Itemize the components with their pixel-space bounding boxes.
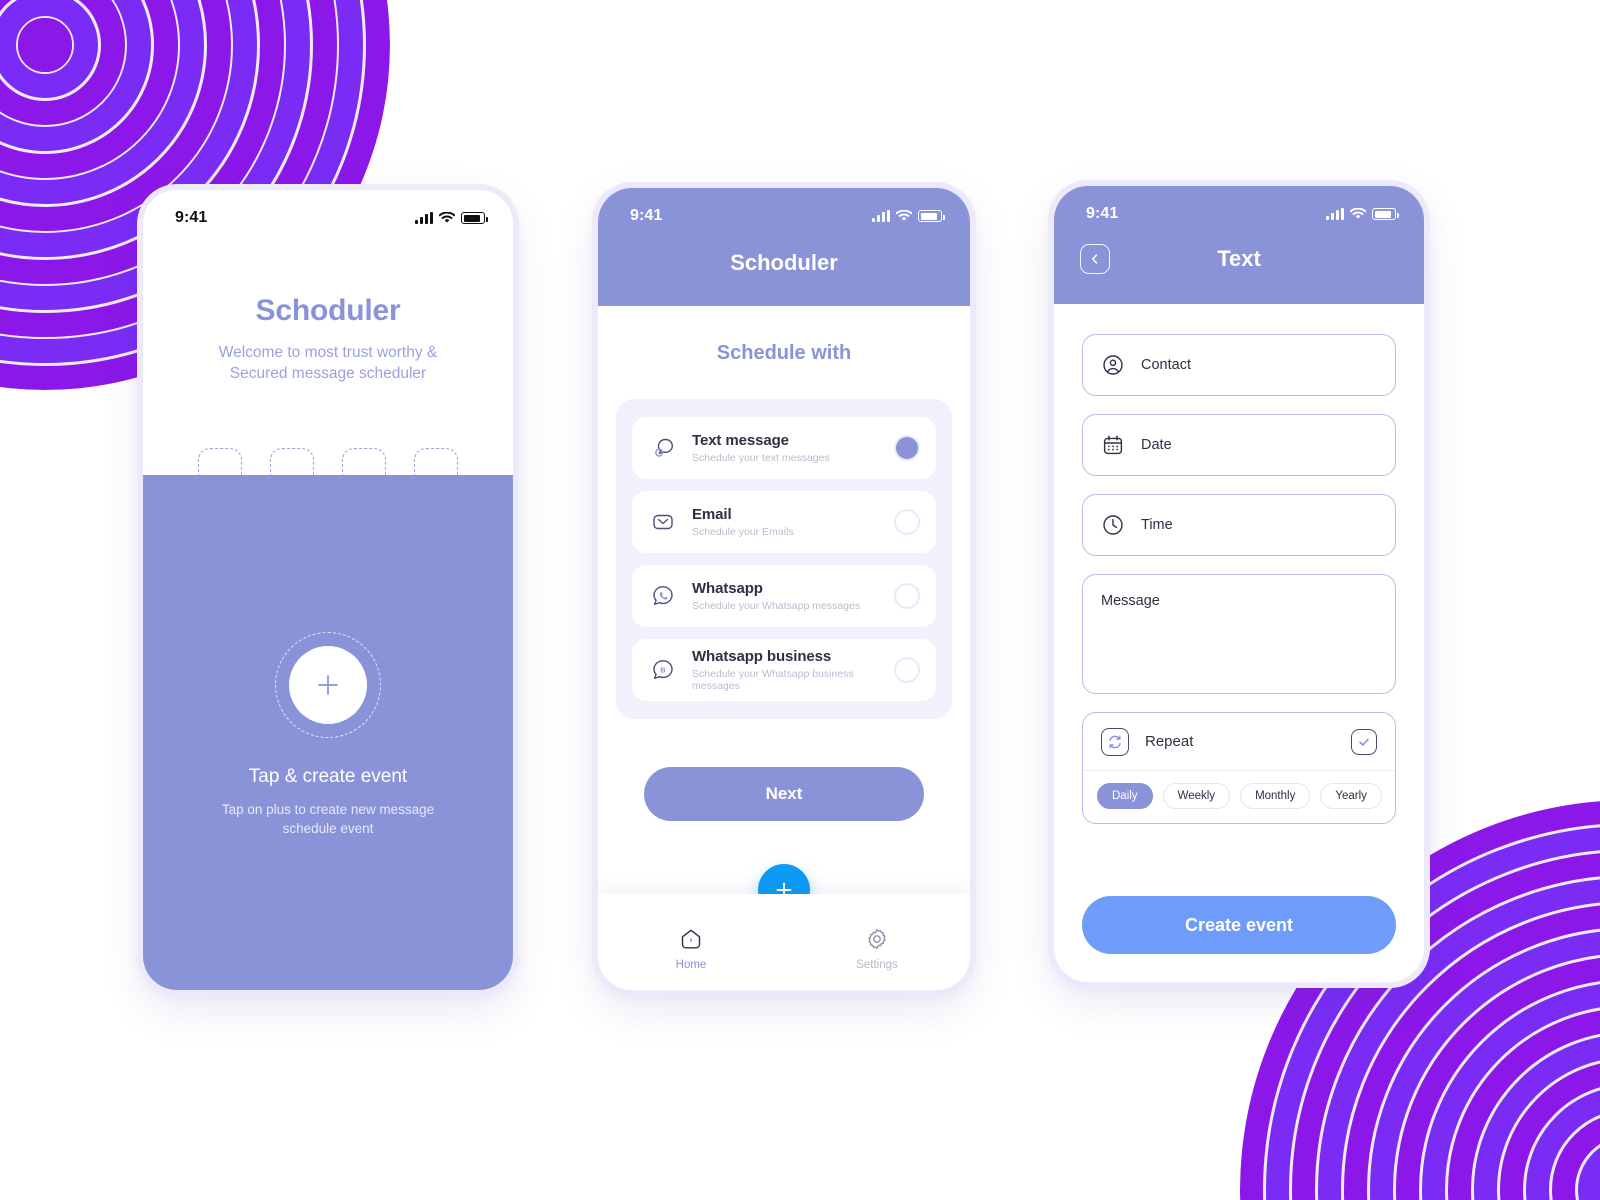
status-icons xyxy=(872,210,945,222)
option-text: Text message Schedule your text messages xyxy=(692,432,880,464)
svg-text:B: B xyxy=(660,665,666,674)
user-circle-icon xyxy=(1101,353,1125,377)
chat-bubble-icon xyxy=(648,433,678,463)
chevron-left-icon xyxy=(1092,254,1098,264)
signal-icon xyxy=(1326,208,1344,220)
field-contact[interactable]: Contact xyxy=(1082,334,1396,396)
status-icons xyxy=(415,212,488,224)
gear-icon xyxy=(868,928,886,949)
frequency-monthly[interactable]: Monthly xyxy=(1240,783,1311,809)
field-label: Contact xyxy=(1141,357,1191,373)
option-subtitle: Schedule your Emails xyxy=(692,526,794,538)
repeat-checkbox[interactable] xyxy=(1351,728,1377,755)
app-subtitle: Welcome to most trust worthy & Secured m… xyxy=(218,344,438,383)
status-time: 9:41 xyxy=(175,209,208,226)
cta-subtitle: Tap on plus to create new message schedu… xyxy=(221,802,435,837)
frequency-weekly[interactable]: Weekly xyxy=(1162,783,1231,809)
field-label: Date xyxy=(1141,437,1172,453)
decorative-ring-core xyxy=(18,18,72,72)
phone-screen-welcome: 9:41 Schoduler Welcome to most trust wor… xyxy=(143,190,513,990)
refresh-icon xyxy=(1101,727,1129,756)
tab-settings[interactable]: Settings xyxy=(832,926,922,971)
clock-icon xyxy=(1101,513,1125,537)
calendar-icon xyxy=(1101,433,1125,457)
app-title: Schoduler xyxy=(255,294,401,327)
option-text: Email Schedule your Emails xyxy=(692,506,880,538)
repeat-card: Repeat Daily Weekly Monthly Yearly xyxy=(1082,712,1396,824)
option-subtitle: Schedule your text messages xyxy=(692,452,830,464)
create-event-dashed-ring xyxy=(275,632,381,738)
wifi-icon xyxy=(439,212,455,224)
plus-icon xyxy=(318,675,338,695)
phone-screen-text-event: 9:41 Text Contact Date Time Message Repe… xyxy=(1054,186,1424,982)
option-text: Whatsapp business Schedule your Whatsapp… xyxy=(692,648,880,692)
field-date[interactable]: Date xyxy=(1082,414,1396,476)
home-icon xyxy=(681,929,701,948)
option-title: Email xyxy=(692,506,732,523)
tab-home[interactable]: Home xyxy=(646,926,736,971)
whatsapp-business-icon: B xyxy=(648,655,678,685)
tab-label: Settings xyxy=(856,958,898,971)
radio-whatsapp[interactable] xyxy=(894,583,920,609)
schedule-header: 9:41 Schoduler xyxy=(598,188,970,306)
create-event-button[interactable] xyxy=(289,646,367,724)
radio-whatsapp-business[interactable] xyxy=(894,657,920,683)
repeat-row[interactable]: Repeat xyxy=(1083,713,1395,771)
channel-options-group: Text message Schedule your text messages… xyxy=(616,399,952,719)
schedule-body: Schedule with Text message Schedule your… xyxy=(598,342,970,821)
option-row-whatsapp[interactable]: Whatsapp Schedule your Whatsapp messages xyxy=(632,565,936,627)
back-button[interactable] xyxy=(1080,244,1110,274)
status-icons xyxy=(1326,208,1399,220)
repeat-label: Repeat xyxy=(1145,733,1194,750)
radio-text-message[interactable] xyxy=(894,435,920,461)
option-row-text-message[interactable]: Text message Schedule your text messages xyxy=(632,417,936,479)
envelope-icon xyxy=(648,507,678,537)
welcome-purple-panel: Tap & create event Tap on plus to create… xyxy=(143,475,513,990)
battery-icon xyxy=(461,212,488,224)
phone-screen-schedule-with: 9:41 Schoduler Schedule with Text messag… xyxy=(598,188,970,990)
battery-icon xyxy=(918,210,945,222)
text-event-form: Contact Date Time Message Repeat Daily W… xyxy=(1054,304,1424,954)
check-icon xyxy=(1359,738,1369,746)
repeat-frequency-group: Daily Weekly Monthly Yearly xyxy=(1083,771,1395,823)
field-message[interactable]: Message xyxy=(1082,574,1396,694)
status-bar: 9:41 xyxy=(143,190,513,236)
option-text: Whatsapp Schedule your Whatsapp messages xyxy=(692,580,880,612)
next-button[interactable]: Next xyxy=(644,767,924,821)
option-subtitle: Schedule your Whatsapp business messages xyxy=(692,668,854,692)
signal-icon xyxy=(415,212,433,224)
cta-title: Tap & create event xyxy=(248,766,408,787)
option-title: Text message xyxy=(692,432,789,449)
header-row: Text xyxy=(1054,244,1424,274)
option-title: Whatsapp xyxy=(692,580,763,597)
frequency-yearly[interactable]: Yearly xyxy=(1320,783,1382,809)
tab-label: Home xyxy=(675,958,707,971)
canvas: 9:41 Schoduler Welcome to most trust wor… xyxy=(0,0,1600,1200)
radio-email[interactable] xyxy=(894,509,920,535)
option-title: Whatsapp business xyxy=(692,648,832,665)
text-event-header: 9:41 Text xyxy=(1054,186,1424,304)
status-time: 9:41 xyxy=(630,207,663,224)
signal-icon xyxy=(872,210,890,222)
option-row-whatsapp-business[interactable]: B Whatsapp business Schedule your Whatsa… xyxy=(632,639,936,701)
header-title: Schoduler xyxy=(730,250,838,275)
field-label: Message xyxy=(1101,593,1160,609)
bottom-tab-bar: Home Settings xyxy=(598,894,970,990)
status-bar: 9:41 xyxy=(598,188,970,234)
status-bar: 9:41 xyxy=(1054,186,1424,232)
create-event-button[interactable]: Create event xyxy=(1082,896,1396,954)
section-title: Schedule with xyxy=(716,342,852,364)
battery-icon xyxy=(1372,208,1399,220)
wifi-icon xyxy=(896,210,912,222)
whatsapp-icon xyxy=(648,581,678,611)
field-time[interactable]: Time xyxy=(1082,494,1396,556)
wifi-icon xyxy=(1350,208,1366,220)
status-time: 9:41 xyxy=(1086,205,1119,222)
option-row-email[interactable]: Email Schedule your Emails xyxy=(632,491,936,553)
field-label: Time xyxy=(1141,517,1173,533)
frequency-daily[interactable]: Daily xyxy=(1097,783,1153,809)
option-subtitle: Schedule your Whatsapp messages xyxy=(692,600,861,612)
welcome-top-section: 9:41 Schoduler Welcome to most trust wor… xyxy=(143,190,513,488)
